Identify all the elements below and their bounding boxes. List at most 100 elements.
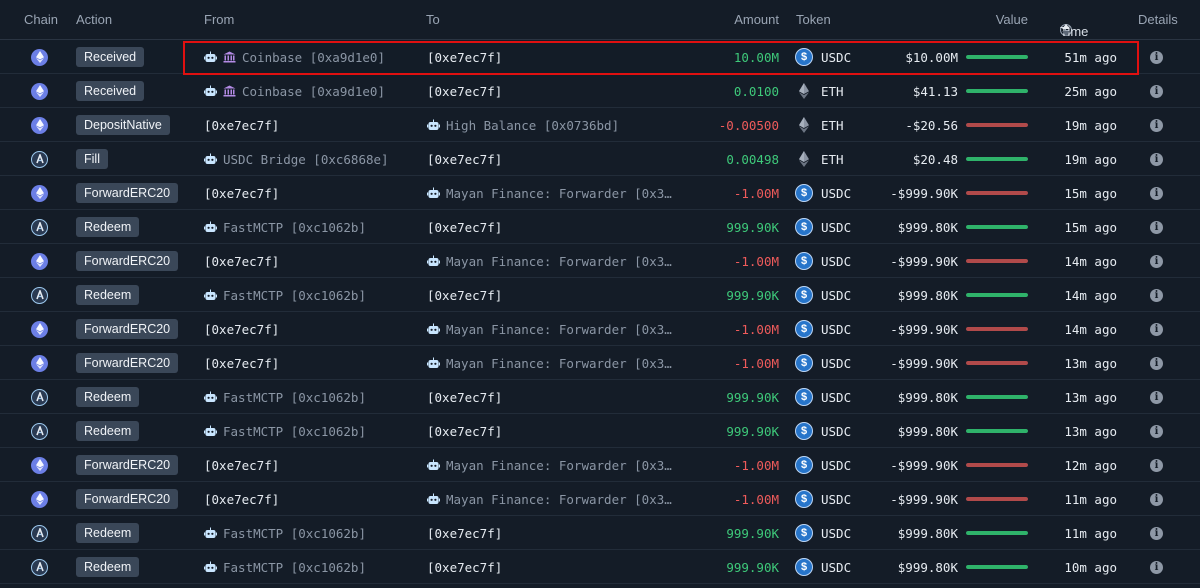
from-address[interactable]: [0xe7ec7f] xyxy=(204,492,279,507)
to-entity[interactable]: Mayan Finance: Forwarder [0x3… xyxy=(427,356,672,371)
robot-icon xyxy=(204,527,217,538)
table-row[interactable]: Redeem FastMCTP [0xc1062b] [0xe7ec7f] 99… xyxy=(0,380,1200,414)
value-bar-fill xyxy=(966,361,1028,365)
table-row[interactable]: Redeem FastMCTP [0xc1062b] [0xe7ec7f] 99… xyxy=(0,516,1200,550)
from-entity[interactable]: Coinbase [0xa9d1e0] xyxy=(204,50,385,65)
details-info-icon[interactable]: i xyxy=(1150,458,1163,472)
header-from: From xyxy=(204,12,235,27)
usdc-icon: $ xyxy=(795,218,813,236)
to-address[interactable]: [0xe7ec7f] xyxy=(427,288,502,303)
to-entity[interactable]: Mayan Finance: Forwarder [0x3… xyxy=(427,254,672,269)
details-info-icon[interactable]: i xyxy=(1150,492,1163,506)
from-entity[interactable]: FastMCTP [0xc1062b] xyxy=(204,526,366,541)
table-row[interactable]: ForwardERC20 [0xe7ec7f] Mayan Finance: F… xyxy=(0,244,1200,278)
from-entity[interactable]: Coinbase [0xa9d1e0] xyxy=(204,84,385,99)
table-row[interactable]: Redeem FastMCTP [0xc1062b] [0xe7ec7f] 99… xyxy=(0,414,1200,448)
to-address[interactable]: [0xe7ec7f] xyxy=(427,152,502,167)
amount-value: -1.00M xyxy=(733,355,779,371)
to-address[interactable]: [0xe7ec7f] xyxy=(427,424,502,439)
ethereum-chain-icon xyxy=(31,48,48,66)
time-ago: 13m ago xyxy=(1064,389,1117,405)
to-entity[interactable]: Mayan Finance: Forwarder [0x3… xyxy=(427,492,672,507)
value-bar-fill xyxy=(966,395,1028,399)
from-entity[interactable]: USDC Bridge [0xc6868e] xyxy=(204,152,389,167)
details-info-icon[interactable]: i xyxy=(1150,254,1163,268)
details-info-icon[interactable]: i xyxy=(1150,84,1163,98)
from-entity[interactable]: FastMCTP [0xc1062b] xyxy=(204,220,366,235)
details-info-icon[interactable]: i xyxy=(1150,288,1163,302)
from-entity-label: FastMCTP [0xc1062b] xyxy=(223,219,366,235)
table-row[interactable]: ForwardERC20 [0xe7ec7f] Mayan Finance: F… xyxy=(0,176,1200,210)
robot-icon xyxy=(204,51,217,62)
eth-icon xyxy=(795,82,813,100)
details-info-icon[interactable]: i xyxy=(1150,118,1163,132)
to-address[interactable]: [0xe7ec7f] xyxy=(427,50,502,65)
arbitrum-chain-icon xyxy=(31,558,48,576)
from-entity[interactable]: FastMCTP [0xc1062b] xyxy=(204,390,366,405)
to-address[interactable]: [0xe7ec7f] xyxy=(427,526,502,541)
details-info-icon[interactable]: i xyxy=(1150,424,1163,438)
to-address[interactable]: [0xe7ec7f] xyxy=(427,220,502,235)
amount-value: 999.90K xyxy=(726,287,779,303)
to-address[interactable]: [0xe7ec7f] xyxy=(427,390,502,405)
to-address[interactable]: [0xe7ec7f] xyxy=(427,560,502,575)
table-row[interactable]: Redeem FastMCTP [0xc1062b] [0xe7ec7f] 99… xyxy=(0,550,1200,584)
details-info-icon[interactable]: i xyxy=(1150,186,1163,200)
header-chain: Chain xyxy=(24,12,58,27)
header-to: To xyxy=(426,12,440,27)
usd-value: -$999.90K xyxy=(890,355,958,371)
from-address[interactable]: [0xe7ec7f] xyxy=(204,356,279,371)
table-row[interactable]: Received Coinbase [0xa9d1e0] [0xe7ec7f] … xyxy=(0,40,1200,74)
amount-value: -1.00M xyxy=(733,321,779,337)
robot-icon xyxy=(427,255,440,266)
table-row[interactable]: Redeem FastMCTP [0xc1062b] [0xe7ec7f] 99… xyxy=(0,210,1200,244)
table-row[interactable]: Redeem FastMCTP [0xc1062b] [0xe7ec7f] 99… xyxy=(0,278,1200,312)
from-address[interactable]: [0xe7ec7f] xyxy=(204,254,279,269)
to-address[interactable]: [0xe7ec7f] xyxy=(427,84,502,99)
to-entity[interactable]: High Balance [0x0736bd] xyxy=(427,118,619,133)
sort-icon[interactable] xyxy=(1062,24,1070,36)
to-entity[interactable]: Mayan Finance: Forwarder [0x3… xyxy=(427,322,672,337)
table-row[interactable]: Received Coinbase [0xa9d1e0] [0xe7ec7f] … xyxy=(0,74,1200,108)
usd-value: $999.80K xyxy=(897,287,958,303)
table-row[interactable]: ForwardERC20 [0xe7ec7f] Mayan Finance: F… xyxy=(0,312,1200,346)
details-info-icon[interactable]: i xyxy=(1150,50,1163,64)
robot-icon xyxy=(204,391,217,402)
table-row[interactable]: Fill USDC Bridge [0xc6868e] [0xe7ec7f] 0… xyxy=(0,142,1200,176)
value-bar-fill xyxy=(966,293,1028,297)
details-info-icon[interactable]: i xyxy=(1150,390,1163,404)
value-bar xyxy=(966,259,1028,263)
details-info-icon[interactable]: i xyxy=(1150,220,1163,234)
table-row[interactable]: DepositNative [0xe7ec7f] High Balance [0… xyxy=(0,108,1200,142)
value-bar xyxy=(966,531,1028,535)
from-entity[interactable]: FastMCTP [0xc1062b] xyxy=(204,288,366,303)
usdc-icon: $ xyxy=(795,558,813,576)
from-address[interactable]: [0xe7ec7f] xyxy=(204,118,279,133)
usd-value: $41.13 xyxy=(912,83,958,99)
eth-icon xyxy=(795,116,813,134)
robot-icon xyxy=(427,323,440,334)
from-entity[interactable]: FastMCTP [0xc1062b] xyxy=(204,424,366,439)
token-symbol: ETH xyxy=(821,151,844,167)
from-entity[interactable]: FastMCTP [0xc1062b] xyxy=(204,560,366,575)
from-address[interactable]: [0xe7ec7f] xyxy=(204,322,279,337)
amount-value: -1.00M xyxy=(733,491,779,507)
details-info-icon[interactable]: i xyxy=(1150,526,1163,540)
token-symbol: ETH xyxy=(821,117,844,133)
table-row[interactable]: ForwardERC20 [0xe7ec7f] Mayan Finance: F… xyxy=(0,448,1200,482)
table-row[interactable]: ForwardERC20 [0xe7ec7f] Mayan Finance: F… xyxy=(0,346,1200,380)
from-address[interactable]: [0xe7ec7f] xyxy=(204,186,279,201)
robot-icon xyxy=(204,425,217,436)
details-info-icon[interactable]: i xyxy=(1150,560,1163,574)
from-address[interactable]: [0xe7ec7f] xyxy=(204,458,279,473)
details-info-icon[interactable]: i xyxy=(1150,356,1163,370)
ethereum-chain-icon xyxy=(31,184,48,202)
to-entity[interactable]: Mayan Finance: Forwarder [0x3… xyxy=(427,186,672,201)
details-info-icon[interactable]: i xyxy=(1150,152,1163,166)
details-info-icon[interactable]: i xyxy=(1150,322,1163,336)
usdc-icon: $ xyxy=(795,252,813,270)
usd-value: $999.80K xyxy=(897,219,958,235)
to-entity[interactable]: Mayan Finance: Forwarder [0x3… xyxy=(427,458,672,473)
table-row[interactable]: ForwardERC20 [0xe7ec7f] Mayan Finance: F… xyxy=(0,482,1200,516)
amount-value: 10.00M xyxy=(733,49,779,65)
